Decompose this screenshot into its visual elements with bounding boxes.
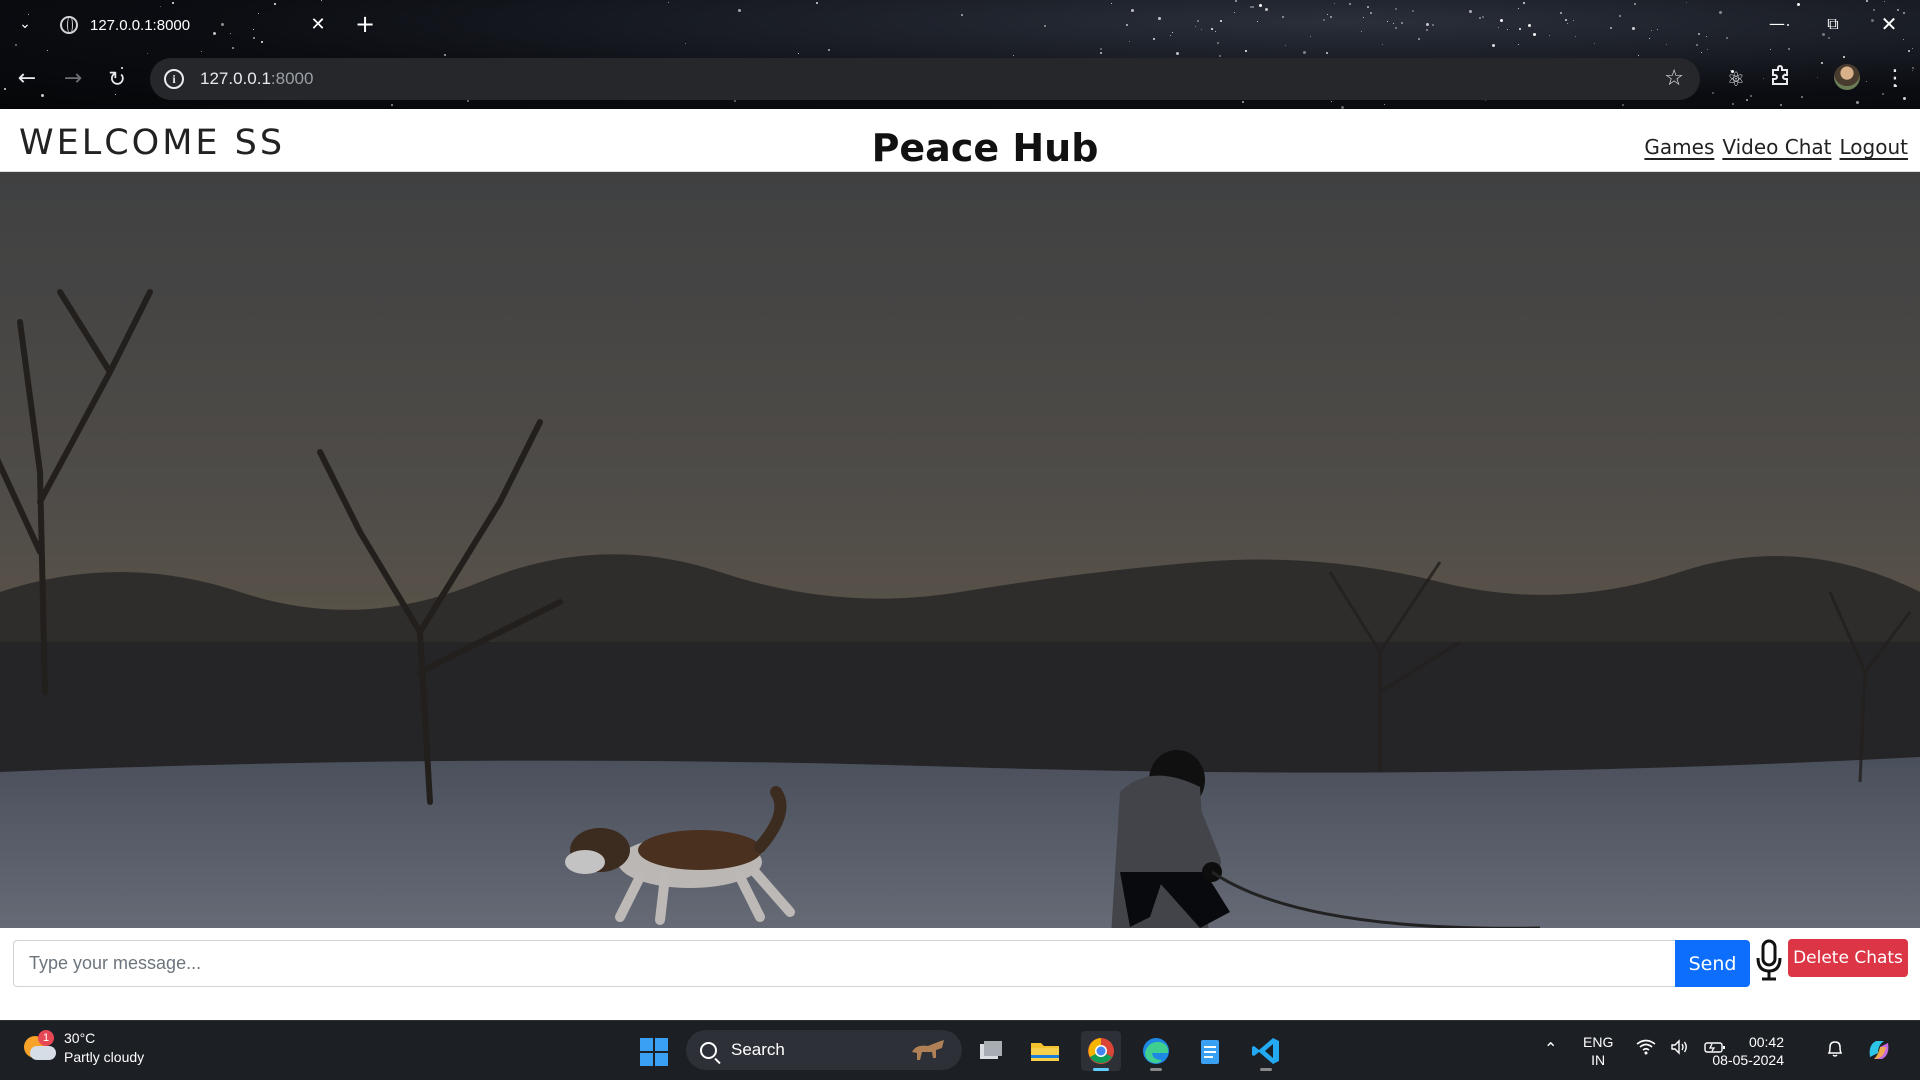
browser-tab[interactable]: 127.0.0.1:8000 ✕ xyxy=(48,8,338,42)
folder-svg xyxy=(1031,1043,1059,1061)
microphone-svg xyxy=(1756,939,1782,981)
chat-input-bar: Send Delete Chats xyxy=(0,928,1920,1020)
hero-background-image xyxy=(0,172,1920,928)
windows-start-icon[interactable] xyxy=(640,1038,668,1066)
taskbar-search[interactable]: Search xyxy=(686,1030,962,1070)
url-host: 127.0.0.1 xyxy=(200,69,271,88)
weather-partly-cloudy-icon: 1 xyxy=(22,1030,58,1066)
back-icon[interactable]: ← xyxy=(10,62,44,96)
running-app-indicator xyxy=(1150,1068,1162,1071)
notification-bell-icon[interactable] xyxy=(1826,1039,1844,1059)
running-app-indicator xyxy=(1260,1068,1272,1071)
globe-icon xyxy=(60,16,78,34)
nav-link-video-chat[interactable]: Video Chat xyxy=(1722,135,1831,159)
active-app-indicator xyxy=(1093,1068,1109,1071)
more-menu-icon[interactable]: ⋮ xyxy=(1880,64,1910,94)
nav-link-games[interactable]: Games xyxy=(1644,135,1714,159)
site-info-icon[interactable]: i xyxy=(164,69,184,89)
message-input[interactable] xyxy=(13,940,1675,987)
extensions-puzzle-icon[interactable] xyxy=(1766,64,1796,94)
copilot-icon[interactable] xyxy=(1864,1035,1894,1065)
wifi-svg xyxy=(1636,1039,1656,1055)
chrome-svg xyxy=(1088,1038,1114,1064)
region-code: IN xyxy=(1591,1052,1606,1068)
profile-avatar[interactable] xyxy=(1834,64,1860,90)
chrome-icon[interactable] xyxy=(1081,1031,1121,1071)
clock-time: 00:42 xyxy=(1748,1034,1784,1050)
show-hidden-icons-chevron-icon[interactable]: ⌃ xyxy=(1544,1039,1557,1058)
tab-search-dropdown-icon[interactable]: ⌄ xyxy=(14,12,36,36)
tab-strip: ⌄ 127.0.0.1:8000 ✕ + — ⧉ ✕ xyxy=(0,0,1920,50)
weather-notification-badge: 1 xyxy=(38,1030,54,1046)
language-code: ENG xyxy=(1583,1034,1614,1050)
taskbar-search-label: Search xyxy=(731,1040,785,1059)
search-highlight-horse-icon xyxy=(912,1040,944,1060)
language-indicator[interactable]: ENG IN xyxy=(1583,1033,1613,1069)
puzzle-svg xyxy=(1772,65,1788,85)
task-view-icon[interactable] xyxy=(970,1031,1010,1071)
task-view-svg xyxy=(980,1041,1002,1059)
web-page: WELCOME SS Peace Hub Games Video Chat Lo… xyxy=(0,109,1920,1020)
volume-icon xyxy=(1670,1039,1690,1059)
url-text: 127.0.0.1:8000 xyxy=(200,69,313,89)
vscode-icon[interactable] xyxy=(1246,1031,1286,1071)
reload-icon[interactable]: ↻ xyxy=(100,62,134,96)
close-window-icon[interactable]: ✕ xyxy=(1866,10,1912,38)
site-brand: Peace Hub xyxy=(871,126,1099,170)
send-button[interactable]: Send xyxy=(1675,940,1750,987)
url-port: :8000 xyxy=(270,69,314,88)
forward-icon[interactable]: → xyxy=(56,62,90,96)
new-tab-icon[interactable]: + xyxy=(352,12,378,38)
bookmark-star-icon[interactable]: ☆ xyxy=(1664,66,1684,92)
vscode-svg xyxy=(1252,1038,1279,1064)
system-clock[interactable]: 00:42 08-05-2024 xyxy=(1712,1033,1784,1069)
clock-date: 08-05-2024 xyxy=(1712,1052,1784,1068)
weather-text: 30°C Partly cloudy xyxy=(64,1029,144,1067)
close-tab-icon[interactable]: ✕ xyxy=(306,13,330,37)
browser-chrome: ⌄ 127.0.0.1:8000 ✕ + — ⧉ ✕ ← → ↻ i 127.0… xyxy=(0,0,1920,109)
weather-temperature: 30°C xyxy=(64,1030,96,1046)
weather-condition: Partly cloudy xyxy=(64,1049,145,1065)
cloud-shape xyxy=(30,1046,56,1060)
react-devtools-icon[interactable]: ⚛ xyxy=(1721,64,1751,94)
winter-scene-svg xyxy=(0,172,1920,928)
site-navbar: WELCOME SS Peace Hub Games Video Chat Lo… xyxy=(0,109,1920,172)
edge-svg xyxy=(1143,1038,1169,1064)
notepad-svg xyxy=(1201,1040,1219,1064)
file-explorer-icon[interactable] xyxy=(1025,1031,1065,1071)
restore-icon[interactable]: ⧉ xyxy=(1810,10,1856,38)
notepad-icon[interactable] xyxy=(1190,1031,1230,1071)
delete-chats-button[interactable]: Delete Chats xyxy=(1788,939,1908,977)
browser-toolbar: ← → ↻ i 127.0.0.1:8000 ☆ ⚛ ⋮ xyxy=(0,52,1920,106)
nav-link-logout[interactable]: Logout xyxy=(1840,135,1908,159)
edge-icon[interactable] xyxy=(1136,1031,1176,1071)
volume-svg xyxy=(1671,1039,1687,1055)
microphone-icon[interactable] xyxy=(1754,938,1784,982)
tab-title: 127.0.0.1:8000 xyxy=(90,16,191,34)
address-bar[interactable]: i 127.0.0.1:8000 ☆ xyxy=(150,58,1700,100)
search-icon xyxy=(700,1041,717,1059)
weather-widget[interactable]: 1 30°C Partly cloudy xyxy=(22,1029,144,1067)
windows-taskbar: 1 30°C Partly cloudy Search ⌃ ENG IN 00:… xyxy=(0,1020,1920,1080)
minimize-icon[interactable]: — xyxy=(1754,10,1800,38)
nav-links: Games Video Chat Logout xyxy=(1644,135,1908,159)
wifi-icon xyxy=(1636,1039,1656,1059)
